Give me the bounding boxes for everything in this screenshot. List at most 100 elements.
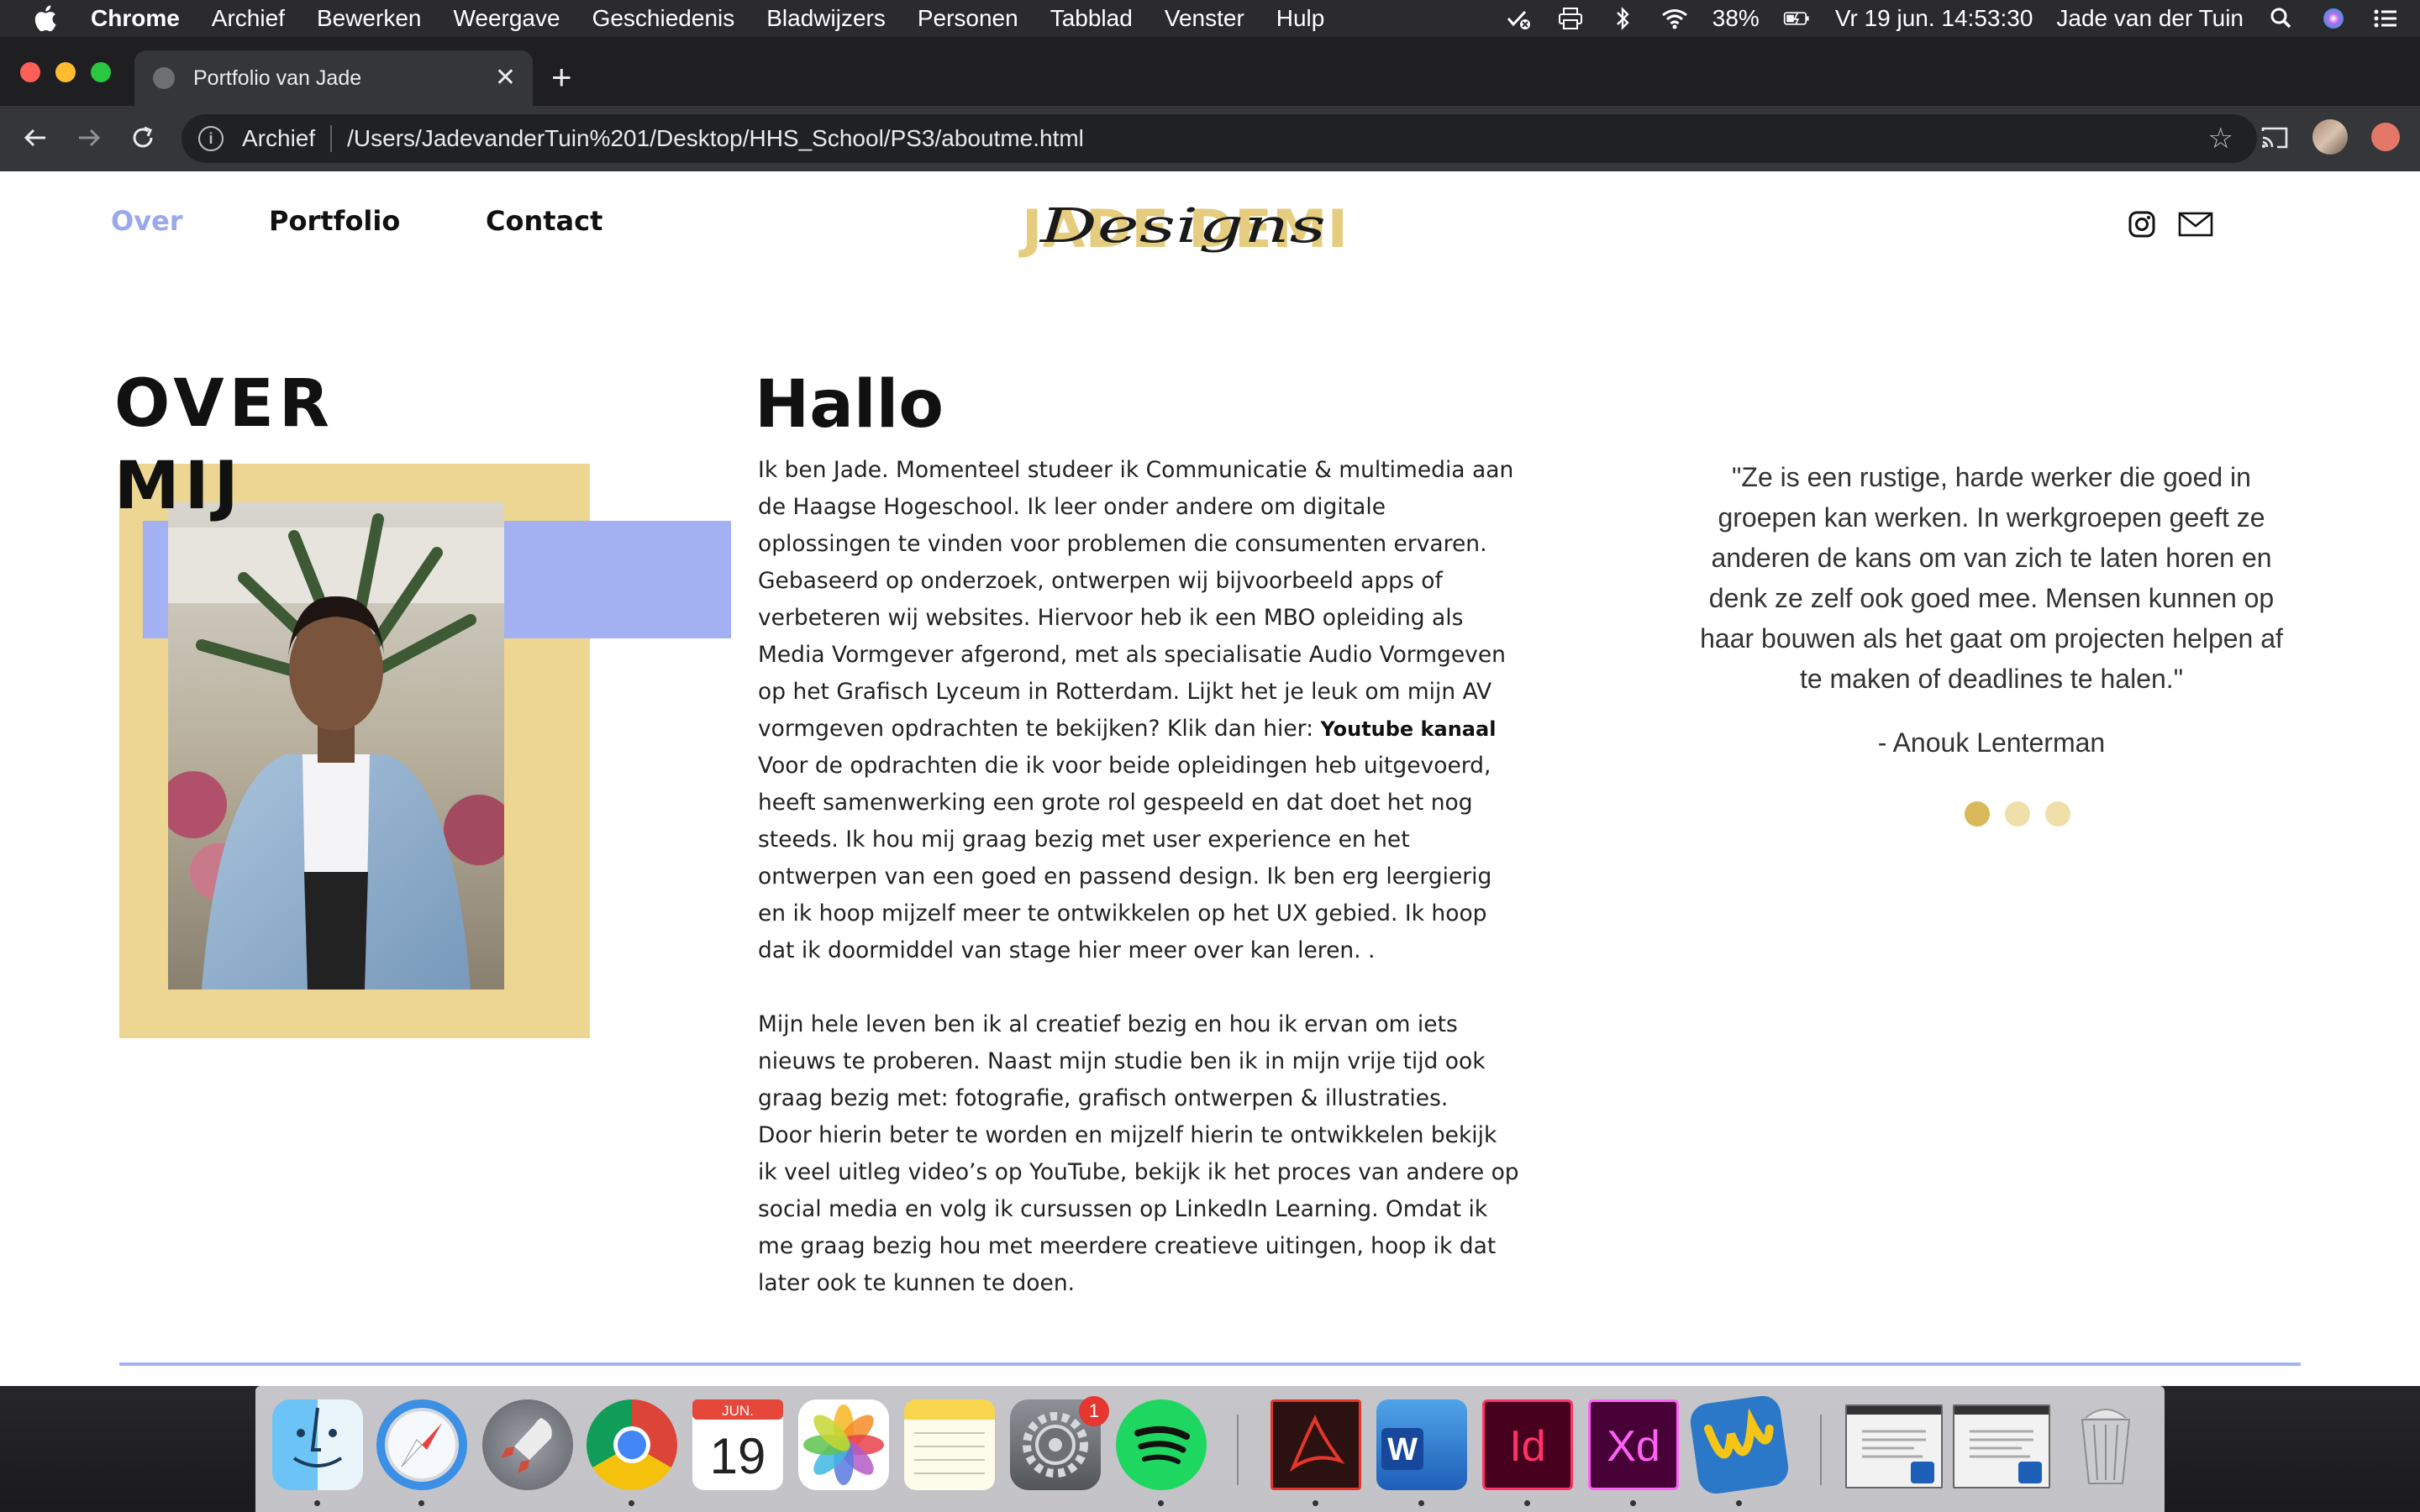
launchpad-icon[interactable] [482, 1399, 573, 1490]
carousel-dot-active[interactable] [1965, 801, 1990, 827]
notification-center-icon[interactable] [2371, 6, 2400, 31]
new-tab-button[interactable]: + [551, 60, 572, 95]
calendar-icon[interactable]: JUN. 19 [692, 1399, 783, 1490]
running-indicator [1736, 1500, 1742, 1506]
running-indicator [1524, 1500, 1530, 1506]
tab-portfolio-van-jade[interactable]: Portfolio van Jade ✕ [134, 50, 533, 106]
apple-menu-icon[interactable] [32, 4, 59, 33]
macos-menubar: Chrome Archief Bewerken Weergave Geschie… [0, 0, 2420, 37]
running-indicator [1313, 1500, 1318, 1506]
back-arrow-icon[interactable] [18, 121, 52, 155]
nav-portfolio-link[interactable]: Portfolio [269, 205, 400, 237]
bluetooth-icon[interactable] [1608, 6, 1637, 31]
word-letter: W [1387, 1432, 1418, 1467]
chrome-tab-strip: Portfolio van Jade ✕ + [0, 37, 2420, 106]
word-icon[interactable]: W [1376, 1399, 1467, 1490]
zoom-window-button[interactable] [91, 62, 111, 82]
indesign-label: Id [1509, 1422, 1545, 1471]
menu-weergave[interactable]: Weergave [453, 5, 560, 32]
running-indicator [1418, 1500, 1424, 1506]
trash-icon[interactable] [2060, 1399, 2151, 1490]
xd-label: Xd [1607, 1422, 1660, 1471]
close-window-button[interactable] [20, 62, 40, 82]
running-indicator [1630, 1500, 1636, 1506]
bookmark-star-icon[interactable]: ☆ [2208, 124, 2233, 153]
bio-paragraph-4: Door hierin beter te worden en mijzelf h… [758, 1122, 1519, 1296]
menu-archief[interactable]: Archief [212, 5, 285, 32]
url-separator [330, 125, 333, 152]
minimized-word-document-2[interactable] [1953, 1404, 2050, 1488]
url-scheme-label: Archief [242, 125, 316, 151]
menu-bladwijzers[interactable]: Bladwijzers [766, 5, 886, 32]
bio-paragraph-1: Ik ben Jade. Momenteel studeer ik Commun… [758, 452, 1523, 748]
testimonial-quote: "Ze is een rustige, harde werker die goe… [1700, 462, 2283, 694]
bio-paragraph-1-text: Ik ben Jade. Momenteel studeer ik Commun… [758, 457, 1514, 742]
carousel-dot[interactable] [2045, 801, 2070, 827]
url-text[interactable]: /Users/JadevanderTuin%201/Desktop/HHS_Sc… [347, 125, 1084, 152]
page-title-line-1: OVER [114, 366, 334, 442]
minimize-window-button[interactable] [55, 62, 76, 82]
adobe-xd-icon[interactable]: Xd [1588, 1399, 1679, 1490]
calendar-day: 19 [710, 1428, 766, 1484]
address-bar[interactable]: i Archief /Users/JadevanderTuin%201/Desk… [182, 114, 2257, 163]
siri-icon[interactable] [2319, 6, 2348, 31]
cast-icon[interactable] [2260, 123, 2289, 153]
filezilla-icon[interactable] [1688, 1394, 1791, 1496]
acrobat-icon[interactable] [1270, 1399, 1361, 1490]
menu-venster[interactable]: Venster [1165, 5, 1244, 32]
menu-hulp[interactable]: Hulp [1276, 5, 1325, 32]
running-indicator [629, 1500, 634, 1506]
bio-paragraph-3: Mijn hele leven ben ik al creatief bezig… [758, 1011, 1486, 1111]
safari-icon[interactable] [376, 1399, 467, 1490]
finder-icon[interactable] [272, 1399, 363, 1490]
jade-demi-designs-logo[interactable]: JADE DEMI Designs [1018, 195, 1351, 267]
running-indicator [418, 1500, 424, 1506]
testimonial-carousel-dots [1965, 801, 2070, 827]
spotlight-search-icon[interactable] [2267, 6, 2296, 31]
menu-app-chrome[interactable]: Chrome [91, 5, 180, 32]
notes-icon[interactable] [904, 1399, 995, 1490]
bio-paragraph-2: Voor de opdrachten die ik voor beide opl… [758, 753, 1492, 963]
reload-icon[interactable] [126, 121, 160, 155]
macos-dock: JUN. 19 1 W Id Xd [255, 1386, 2165, 1512]
printer-icon[interactable] [1556, 6, 1585, 31]
tab-title: Portfolio van Jade [193, 66, 362, 90]
extension-icon[interactable] [2371, 123, 2400, 151]
profile-avatar[interactable] [2312, 119, 2348, 155]
calendar-month: JUN. [722, 1403, 754, 1419]
chrome-toolbar: i Archief /Users/JadevanderTuin%201/Desk… [0, 106, 2420, 171]
dock-divider [1820, 1415, 1822, 1485]
page-title-line-2: MIJ [114, 449, 244, 524]
page-title-over-mij: OVER MIJ [114, 363, 334, 528]
battery-percentage: 38% [1712, 5, 1760, 31]
running-indicator [1158, 1500, 1164, 1506]
clock-datetime[interactable]: Vr 19 jun. 14:53:30 [1835, 5, 2033, 32]
testimonial-author: - Anouk Lenterman [1877, 727, 2106, 758]
instagram-icon[interactable] [2128, 210, 2156, 243]
grammar-check-icon[interactable] [1504, 6, 1533, 31]
chrome-icon[interactable] [587, 1399, 677, 1490]
photos-icon[interactable] [798, 1399, 889, 1490]
indesign-icon[interactable]: Id [1482, 1399, 1573, 1490]
menu-bewerken[interactable]: Bewerken [317, 5, 422, 32]
wifi-icon[interactable] [1660, 6, 1689, 31]
running-indicator [314, 1500, 320, 1506]
battery-charging-icon[interactable] [1783, 6, 1812, 31]
spotify-icon[interactable] [1116, 1399, 1207, 1490]
site-info-icon[interactable]: i [198, 126, 224, 151]
minimized-word-document-1[interactable] [1845, 1404, 1943, 1488]
user-name[interactable]: Jade van der Tuin [2056, 5, 2244, 32]
menu-geschiedenis[interactable]: Geschiedenis [592, 5, 735, 32]
nav-over-link[interactable]: Over [111, 205, 183, 237]
tab-close-icon[interactable]: ✕ [495, 66, 516, 91]
nav-contact-link[interactable]: Contact [486, 205, 602, 237]
menu-personen[interactable]: Personen [918, 5, 1018, 32]
menu-tabblad[interactable]: Tabblad [1050, 5, 1133, 32]
youtube-channel-link[interactable]: Youtube kanaal [1320, 717, 1496, 741]
mail-icon[interactable] [2178, 212, 2213, 241]
forward-arrow-icon[interactable] [72, 121, 106, 155]
carousel-dot[interactable] [2005, 801, 2030, 827]
globe-favicon-icon [153, 67, 175, 89]
window-controls [20, 62, 111, 82]
